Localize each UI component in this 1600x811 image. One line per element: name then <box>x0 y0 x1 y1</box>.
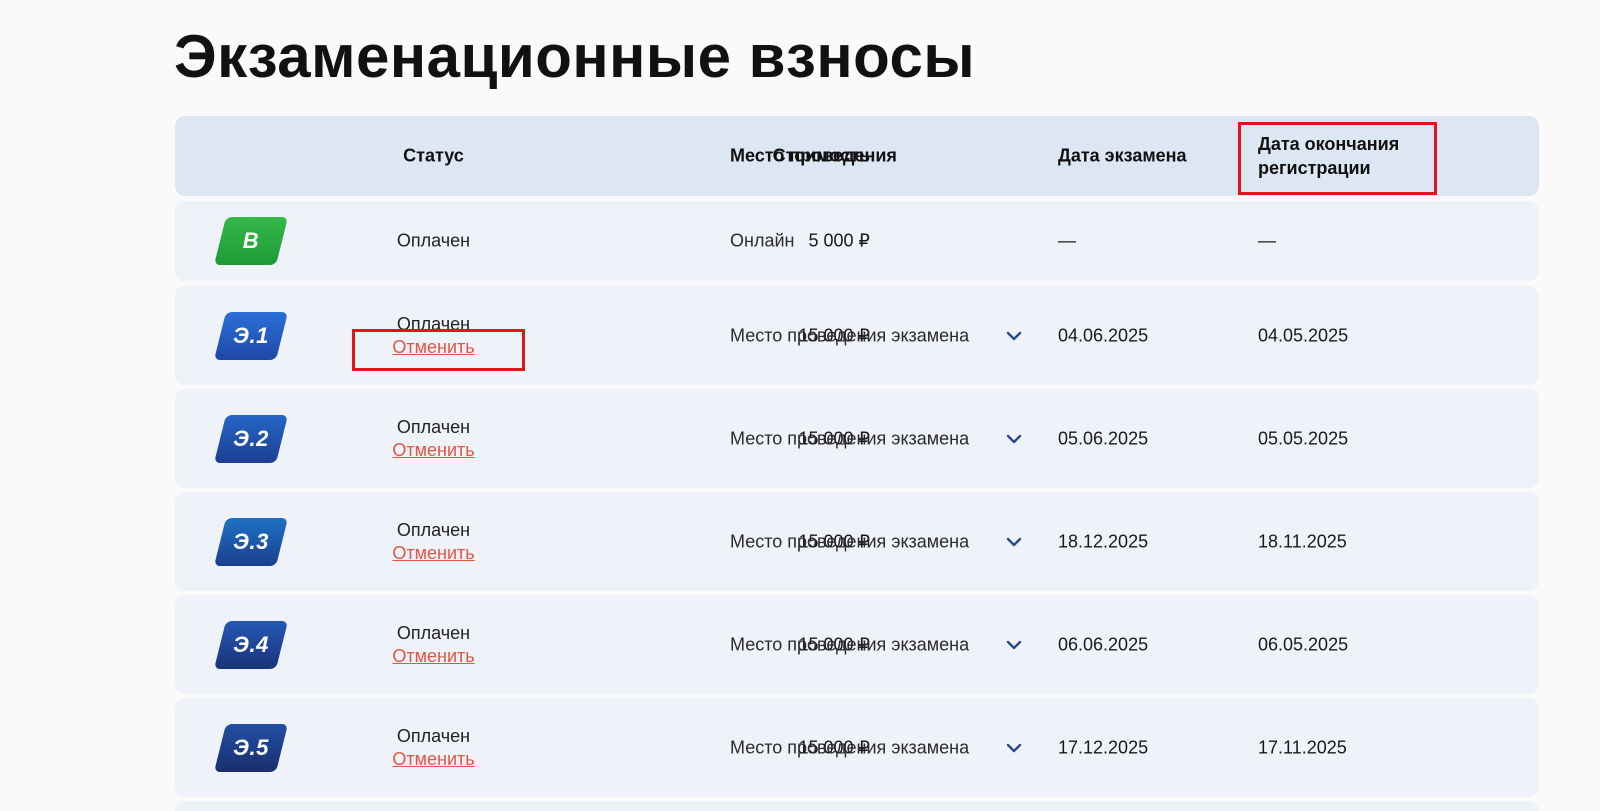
status-cell: Оплачен Отменить <box>387 416 480 462</box>
exam-level-badge: Э.4 <box>214 620 288 669</box>
header-status: Статус <box>403 145 464 166</box>
exam-date-cell: 05.06.2025 <box>1058 428 1149 448</box>
chevron-down-icon[interactable] <box>1003 634 1025 656</box>
registration-end-cell: 17.11.2025 <box>1258 737 1347 757</box>
cancel-link[interactable]: Отменить <box>387 542 480 565</box>
highlight-box-registration-end <box>1238 122 1437 195</box>
page-title: Экзаменационные взносы <box>174 23 976 90</box>
status-text: Оплачен <box>396 519 471 540</box>
exam-level-badge: В <box>214 217 288 265</box>
exam-level-label: Э.5 <box>233 734 269 760</box>
status-text: Оплачен <box>396 622 471 643</box>
table-row: Э.3 Оплачен Отменить 15 000 ₽ Место проведен… <box>175 492 1539 591</box>
registration-end-cell: 04.05.2025 <box>1258 325 1349 345</box>
exam-level-label: Э.2 <box>233 425 269 451</box>
registration-end-cell: — <box>1258 230 1276 251</box>
exam-level-label: Э.1 <box>233 322 269 348</box>
exam-level-badge: Э.1 <box>214 311 288 360</box>
status-text: Оплачен <box>396 230 471 251</box>
table-row: Э.4 Оплачен Отменить 15 000 ₽ Место проведен… <box>175 595 1539 694</box>
chevron-down-icon[interactable] <box>1003 531 1025 553</box>
registration-end-cell: 18.11.2025 <box>1258 531 1347 551</box>
exam-level-badge: Э.5 <box>214 723 288 772</box>
cancel-link[interactable]: Отменить <box>387 748 480 771</box>
registration-end-cell: 06.05.2025 <box>1258 634 1349 654</box>
place-cell: Место проведения экзамена <box>730 531 970 551</box>
exam-fees-table: Статус Стоимость Место проведения Дата э… <box>175 116 1539 811</box>
chevron-down-icon[interactable] <box>1003 325 1025 347</box>
exam-level-badge: Э.2 <box>214 414 288 463</box>
table-body: В Оплачен 5 000 ₽ Онлайн — — Э.1 Оплачен Отменит… <box>175 201 1539 811</box>
exam-date-cell: — <box>1058 230 1076 251</box>
status-cell: Оплачен Отменить <box>387 725 480 771</box>
registration-end-cell: 05.05.2025 <box>1258 428 1349 448</box>
exam-date-cell: 18.12.2025 <box>1058 531 1149 551</box>
table-row: Э.2 Оплачен Отменить 15 000 ₽ Место проведен… <box>175 389 1539 488</box>
status-cell: Оплачен Отменить <box>387 519 480 565</box>
cancel-link[interactable]: Отменить <box>387 645 480 668</box>
status-text: Оплачен <box>396 725 471 746</box>
cancel-link[interactable]: Отменить <box>387 439 480 462</box>
table-row: Э.5 Оплачен Отменить 15 000 ₽ Место проведен… <box>175 698 1539 797</box>
status-text: Оплачен <box>396 416 471 437</box>
exam-date-cell: 06.06.2025 <box>1058 634 1149 654</box>
place-cell: Онлайн <box>730 230 795 251</box>
place-cell: Место проведения экзамена <box>730 634 970 654</box>
place-cell: Место проведения экзамена <box>730 428 970 448</box>
place-cell: Место проведения экзамена <box>730 737 970 757</box>
exam-date-cell: 17.12.2025 <box>1058 737 1149 757</box>
chevron-down-icon[interactable] <box>1003 428 1025 450</box>
exam-date-cell: 04.06.2025 <box>1058 325 1149 345</box>
place-cell: Место проведения экзамена <box>730 325 970 345</box>
highlight-box-cancel-link <box>352 329 525 371</box>
exam-level-label: Э.4 <box>233 631 269 657</box>
header-exam-date: Дата экзамена <box>1058 145 1187 166</box>
status-cell: Оплачен <box>387 230 480 253</box>
chevron-down-icon[interactable] <box>1003 737 1025 759</box>
exam-level-badge: Э.3 <box>214 517 288 566</box>
table-row: В Оплачен 5 000 ₽ Онлайн — — <box>175 201 1539 281</box>
exam-level-label: В <box>242 228 260 253</box>
status-cell: Оплачен Отменить <box>387 622 480 668</box>
header-place: Место проведения <box>730 145 897 166</box>
exam-level-label: Э.3 <box>233 528 269 554</box>
